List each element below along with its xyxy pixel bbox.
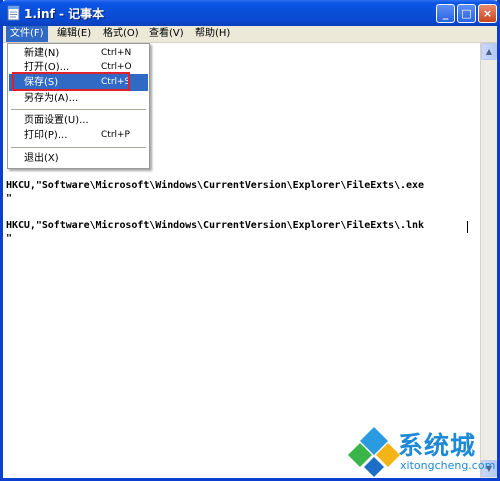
menu-item-save-as[interactable]: 另存为(A)... [9,90,148,107]
menu-item-shortcut: Ctrl+S [101,77,131,87]
menu-separator [11,109,146,110]
scroll-up-button[interactable]: ▲ [481,43,497,60]
text-caret [467,221,468,233]
text-line: " [6,233,12,244]
text-line: " [6,193,12,204]
menu-edit[interactable]: 编辑(E) [53,26,95,42]
vertical-scrollbar[interactable]: ▲ ▼ [480,43,497,478]
menu-item-label: 打印(P)... [24,130,68,141]
menu-item-save[interactable]: 保存(S) Ctrl+S [9,74,148,91]
menu-item-label: 另存为(A)... [24,93,79,104]
menu-bar: 文件(F) 编辑(E) 格式(O) 查看(V) 帮助(H) [3,26,497,43]
menu-item-shortcut: Ctrl+P [101,130,130,140]
menu-item-print[interactable]: 打印(P)... Ctrl+P [9,127,148,144]
notepad-icon [7,5,20,21]
menu-item-exit[interactable]: 退出(X) [9,150,148,167]
watermark-url: xitongcheng.com [400,459,496,472]
watermark: 系统城 xitongcheng.com [348,425,498,479]
menu-item-label: 退出(X) [24,153,59,164]
notepad-window: 1.inf - 记事本 _ □ × 文件(F) 编辑(E) 格式(O) 查看(V… [0,0,500,481]
menu-file[interactable]: 文件(F) [6,26,48,42]
title-bar[interactable]: 1.inf - 记事本 _ □ × [0,0,500,26]
file-menu-dropdown: 新建(N) Ctrl+N 打开(O)... Ctrl+O 保存(S) Ctrl+… [7,43,150,169]
minimize-icon: _ [442,7,449,20]
window-title: 1.inf - 记事本 [24,7,105,21]
menu-help[interactable]: 帮助(H) [191,26,234,42]
close-button[interactable]: × [478,4,497,23]
menu-view[interactable]: 查看(V) [145,26,188,42]
arrow-up-icon: ▲ [485,47,493,56]
menu-format[interactable]: 格式(O) [99,26,143,42]
minimize-button[interactable]: _ [436,4,455,23]
brand-logo-icon [348,427,400,477]
maximize-button[interactable]: □ [457,4,476,23]
maximize-icon: □ [461,7,472,20]
menu-item-label: 保存(S) [24,77,59,88]
watermark-brand: 系统城 [398,431,477,460]
menu-separator [11,147,146,148]
text-line: HKCU,"Software\Microsoft\Windows\Current… [6,180,424,191]
text-line: HKCU,"Software\Microsoft\Windows\Current… [6,220,424,231]
close-icon: × [482,7,493,20]
